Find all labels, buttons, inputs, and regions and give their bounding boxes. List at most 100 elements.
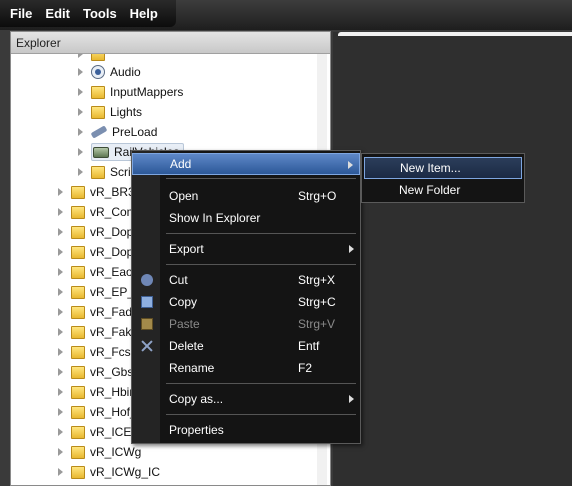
folder-icon: [91, 165, 105, 179]
tree-item[interactable]: vR_Fakk: [58, 322, 137, 342]
expand-arrow-icon[interactable]: [78, 88, 83, 96]
menu-item-show-in-explorer[interactable]: Show In Explorer: [132, 207, 360, 229]
expand-arrow-icon[interactable]: [78, 128, 83, 136]
folder-icon: [71, 465, 85, 479]
menu-item-rename[interactable]: Rename F2: [132, 357, 360, 379]
paste-icon: [141, 318, 153, 330]
separator: [166, 178, 356, 179]
expand-arrow-icon[interactable]: [58, 388, 63, 396]
tree-item[interactable]: vR_EP_Y: [58, 282, 142, 302]
menu-item-delete[interactable]: Delete Entf: [132, 335, 360, 357]
expand-arrow-icon[interactable]: [58, 408, 63, 416]
expand-arrow-icon[interactable]: [78, 54, 83, 58]
tree-item-label: Audio: [110, 65, 141, 79]
tree-item-label: vR_Com: [90, 205, 137, 219]
menu-tools[interactable]: Tools: [83, 6, 117, 21]
separator: [166, 414, 356, 415]
folder-icon: [71, 245, 85, 259]
submenu-arrow-icon: [349, 245, 354, 253]
tree-item-label: vR_Dop: [90, 225, 134, 239]
menu-item-export[interactable]: Export: [132, 238, 360, 260]
wrench-icon: [90, 125, 108, 139]
folder-icon: [71, 445, 85, 459]
tree-item-label: InputMappers: [110, 85, 184, 99]
expand-arrow-icon[interactable]: [58, 308, 63, 316]
expand-arrow-icon[interactable]: [58, 228, 63, 236]
menu-item-paste[interactable]: Paste Strg+V: [132, 313, 360, 335]
tree-item[interactable]: Audio: [78, 62, 141, 82]
folder-icon: [71, 285, 85, 299]
expand-arrow-icon[interactable]: [58, 288, 63, 296]
tree-item[interactable]: vR_Eaos: [58, 262, 139, 282]
tree-item[interactable]: PreLoad: [78, 122, 157, 142]
folder-icon: [71, 345, 85, 359]
tree-item[interactable]: vR_ICWg: [58, 442, 141, 462]
menu-item-copy-as[interactable]: Copy as...: [132, 388, 360, 410]
tree-item[interactable]: vR_Hbir: [58, 382, 133, 402]
menu-file[interactable]: File: [10, 6, 32, 21]
folder-icon: [71, 305, 85, 319]
submenu-arrow-icon: [348, 161, 353, 169]
explorer-header: Explorer: [11, 32, 330, 54]
expand-arrow-icon[interactable]: [58, 208, 63, 216]
expand-arrow-icon[interactable]: [58, 448, 63, 456]
folder-icon: [71, 205, 85, 219]
tree-item[interactable]: vR_Dop: [58, 222, 133, 242]
folder-icon: [71, 325, 85, 339]
folder-icon: [71, 385, 85, 399]
tree-item[interactable]: vR_Hof_: [58, 402, 137, 422]
tree-item[interactable]: vR_ICWg_IC: [58, 462, 160, 482]
folder-icon: [91, 85, 105, 99]
expand-arrow-icon[interactable]: [58, 268, 63, 276]
folder-icon: [71, 185, 85, 199]
tree-item[interactable]: vR_BR32: [58, 182, 141, 202]
menu-help[interactable]: Help: [130, 6, 158, 21]
menu-strip: File Edit Tools Help: [0, 0, 176, 27]
expand-arrow-icon[interactable]: [58, 188, 63, 196]
tree-item-label: vR_Dop: [90, 245, 134, 259]
tree-item-label: PreLoad: [112, 125, 158, 139]
tree-item[interactable]: vR_Fcs0: [58, 342, 137, 362]
add-submenu: New Item... New Folder: [361, 153, 525, 203]
railvehicle-icon: [93, 146, 109, 158]
expand-arrow-icon[interactable]: [78, 68, 83, 76]
expand-arrow-icon[interactable]: [58, 328, 63, 336]
expand-arrow-icon[interactable]: [58, 468, 63, 476]
separator: [166, 383, 356, 384]
expand-arrow-icon[interactable]: [78, 148, 83, 156]
copy-icon: [141, 296, 153, 308]
expand-arrow-icon[interactable]: [58, 348, 63, 356]
menu-item-add[interactable]: Add: [132, 153, 360, 175]
folder-icon: [71, 365, 85, 379]
tree-item-label: vR_ICWg: [90, 445, 142, 459]
expand-arrow-icon[interactable]: [58, 428, 63, 436]
editor-top-edge: [338, 32, 572, 36]
folder-icon: [71, 405, 85, 419]
tree-item[interactable]: vR_ICE1: [58, 422, 138, 442]
folder-icon: [91, 54, 105, 61]
tree-item[interactable]: vR_Fad1: [58, 302, 139, 322]
tree-item[interactable]: vR_Com: [58, 202, 137, 222]
menu-edit[interactable]: Edit: [45, 6, 70, 21]
tree-item[interactable]: vR_Dop: [58, 242, 133, 262]
expand-arrow-icon[interactable]: [58, 368, 63, 376]
tree-item[interactable]: vR_Gbs2: [58, 362, 140, 382]
menu-item-open[interactable]: Open Strg+O: [132, 185, 360, 207]
explorer-title: Explorer: [16, 35, 61, 50]
menu-item-properties[interactable]: Properties: [132, 419, 360, 441]
menu-item-copy[interactable]: Copy Strg+C: [132, 291, 360, 313]
expand-arrow-icon[interactable]: [58, 248, 63, 256]
submenu-arrow-icon: [349, 395, 354, 403]
tree-item[interactable]: InputMappers: [78, 82, 183, 102]
submenu-item-new-item[interactable]: New Item...: [364, 157, 522, 179]
submenu-item-new-folder[interactable]: New Folder: [364, 179, 522, 201]
tree-item[interactable]: Lights: [78, 102, 142, 122]
cut-icon: [141, 274, 153, 286]
tree-item-label: vR_ICWg_IC: [90, 465, 161, 479]
menu-item-cut[interactable]: Cut Strg+X: [132, 269, 360, 291]
folder-icon: [91, 105, 105, 119]
folder-icon: [71, 225, 85, 239]
expand-arrow-icon[interactable]: [78, 168, 83, 176]
folder-icon: [71, 265, 85, 279]
expand-arrow-icon[interactable]: [78, 108, 83, 116]
